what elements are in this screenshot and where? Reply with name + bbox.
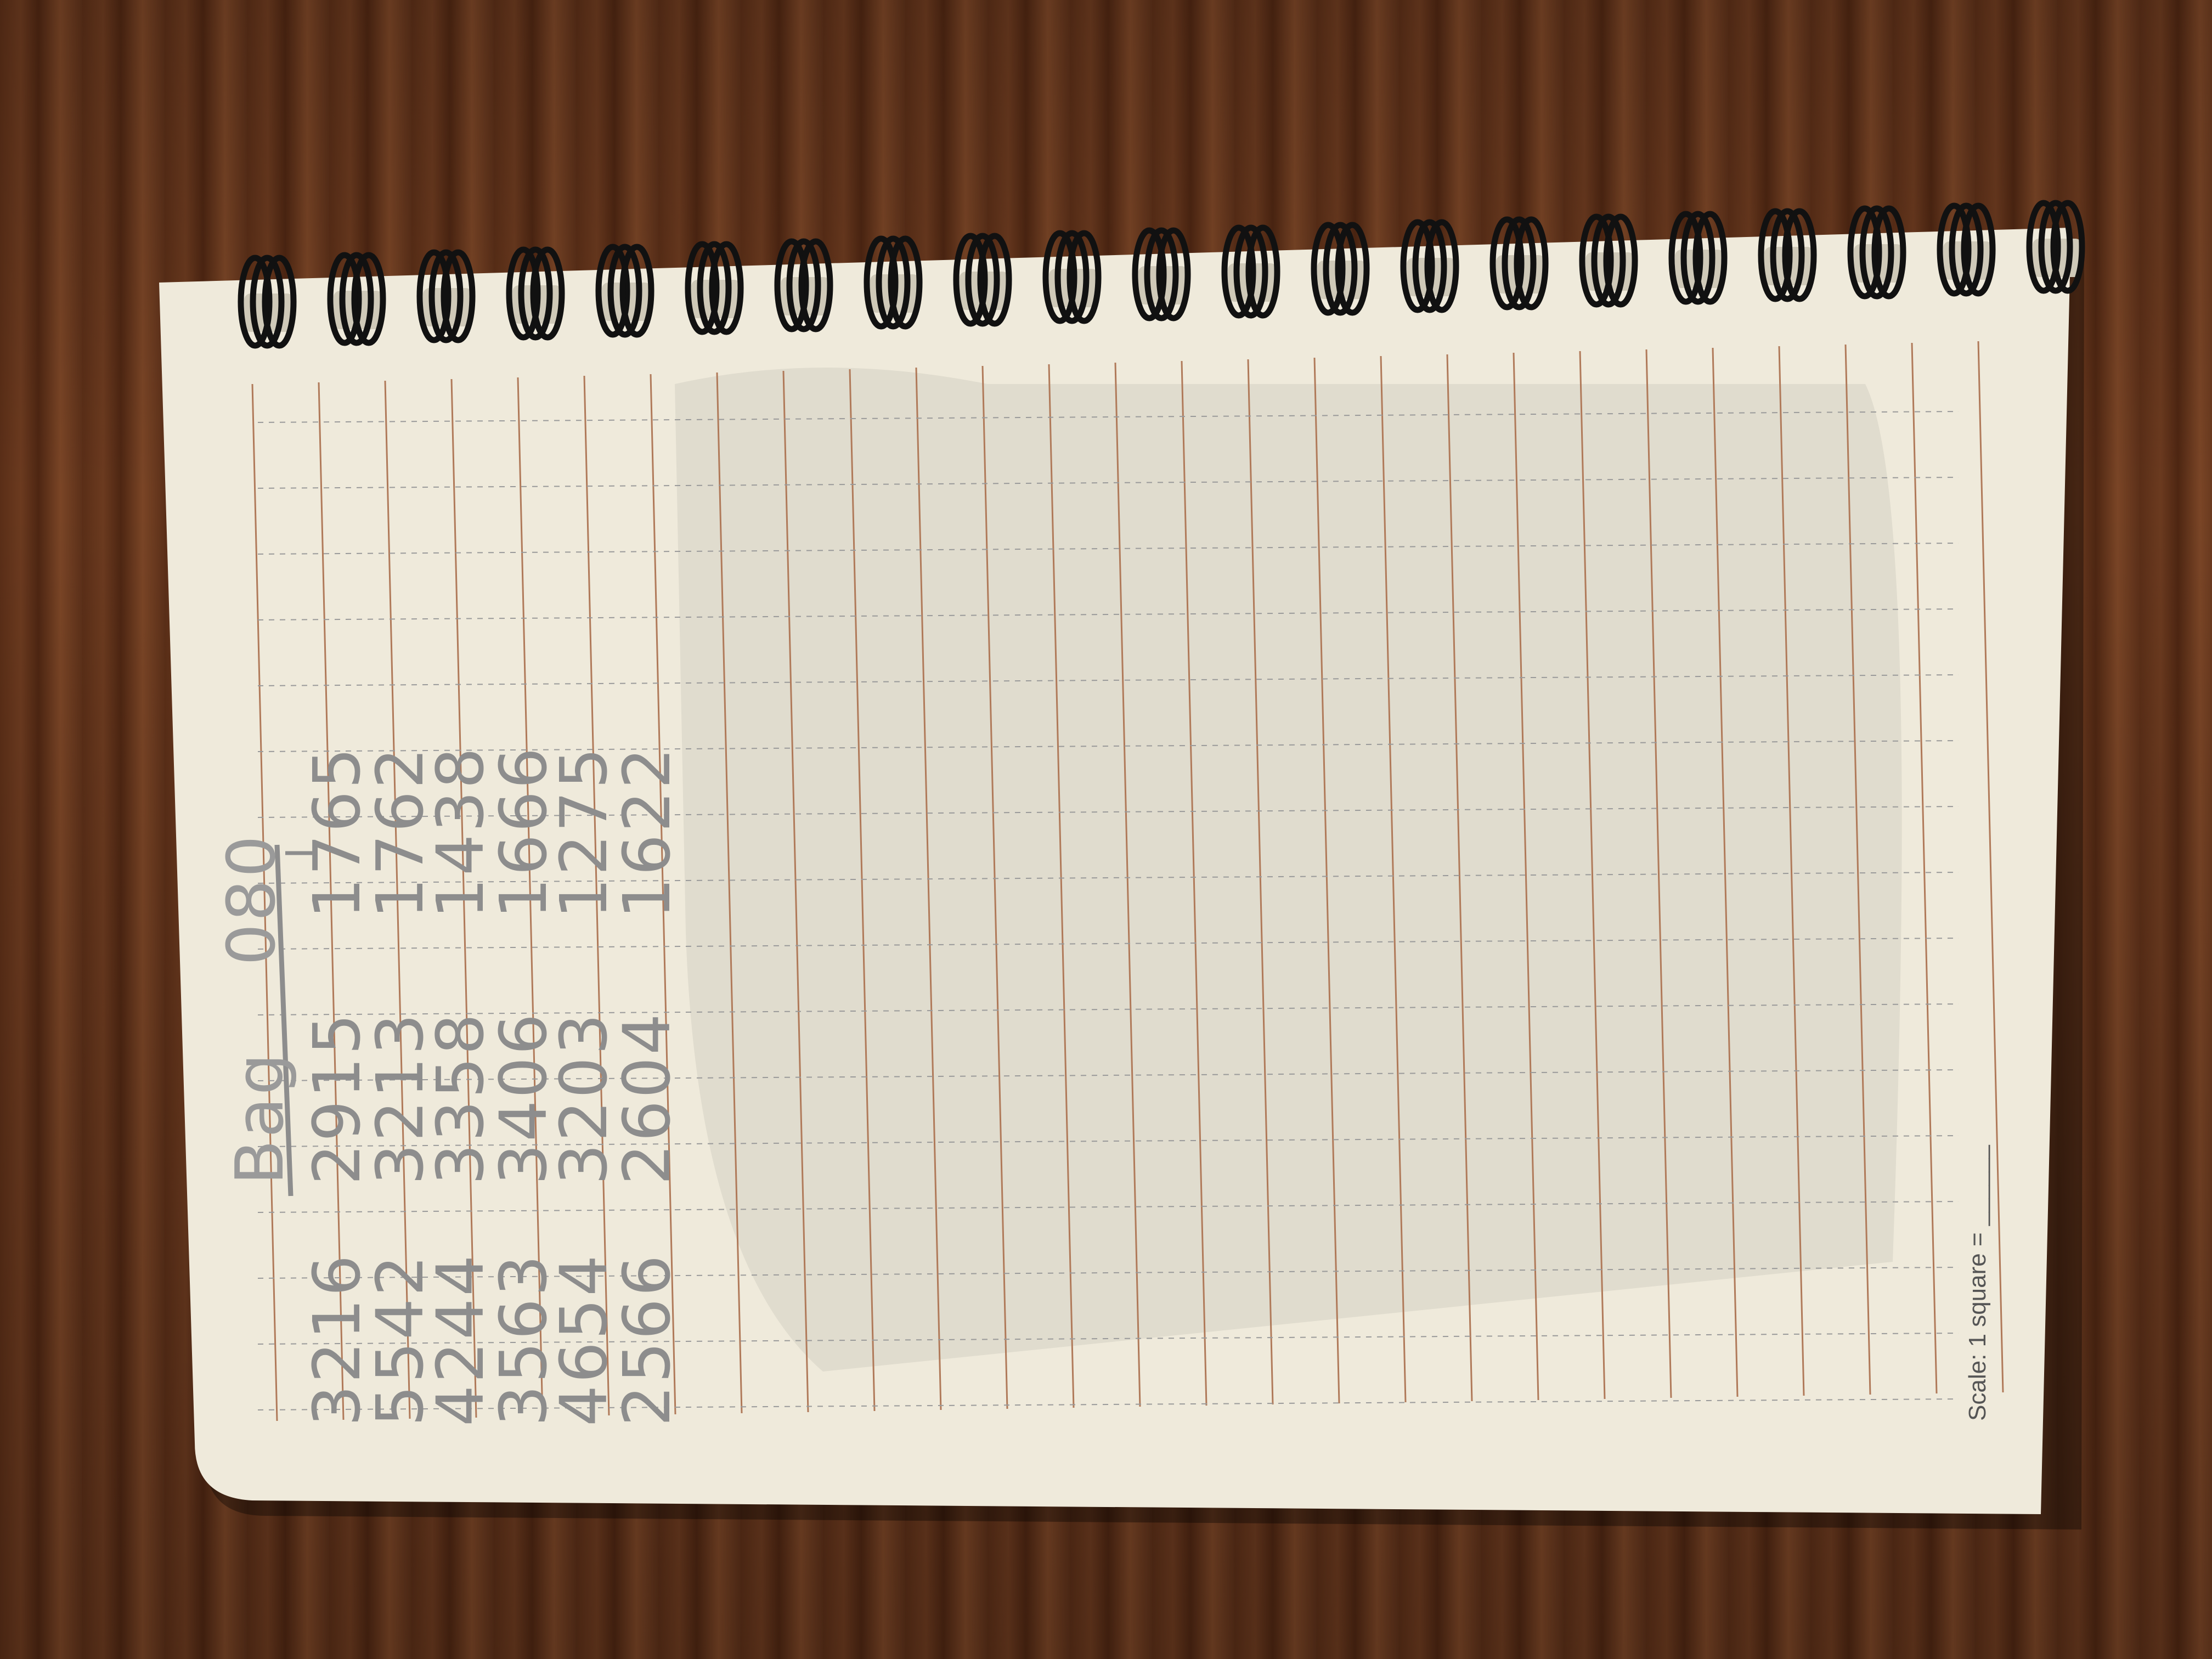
- row-6-col-3: 1622: [609, 745, 685, 919]
- row-6-col-2: 2604: [609, 1011, 685, 1185]
- spiral-notebook: Bag 080 3216 5542 4244 3563 4654 2566 29…: [0, 0, 2212, 1659]
- row-6-col-1: 2566: [609, 1252, 685, 1426]
- header-number: 080: [214, 833, 290, 966]
- scale-label: Scale: 1 square = ______: [1964, 1145, 1991, 1421]
- header-label: Bag: [222, 1051, 298, 1185]
